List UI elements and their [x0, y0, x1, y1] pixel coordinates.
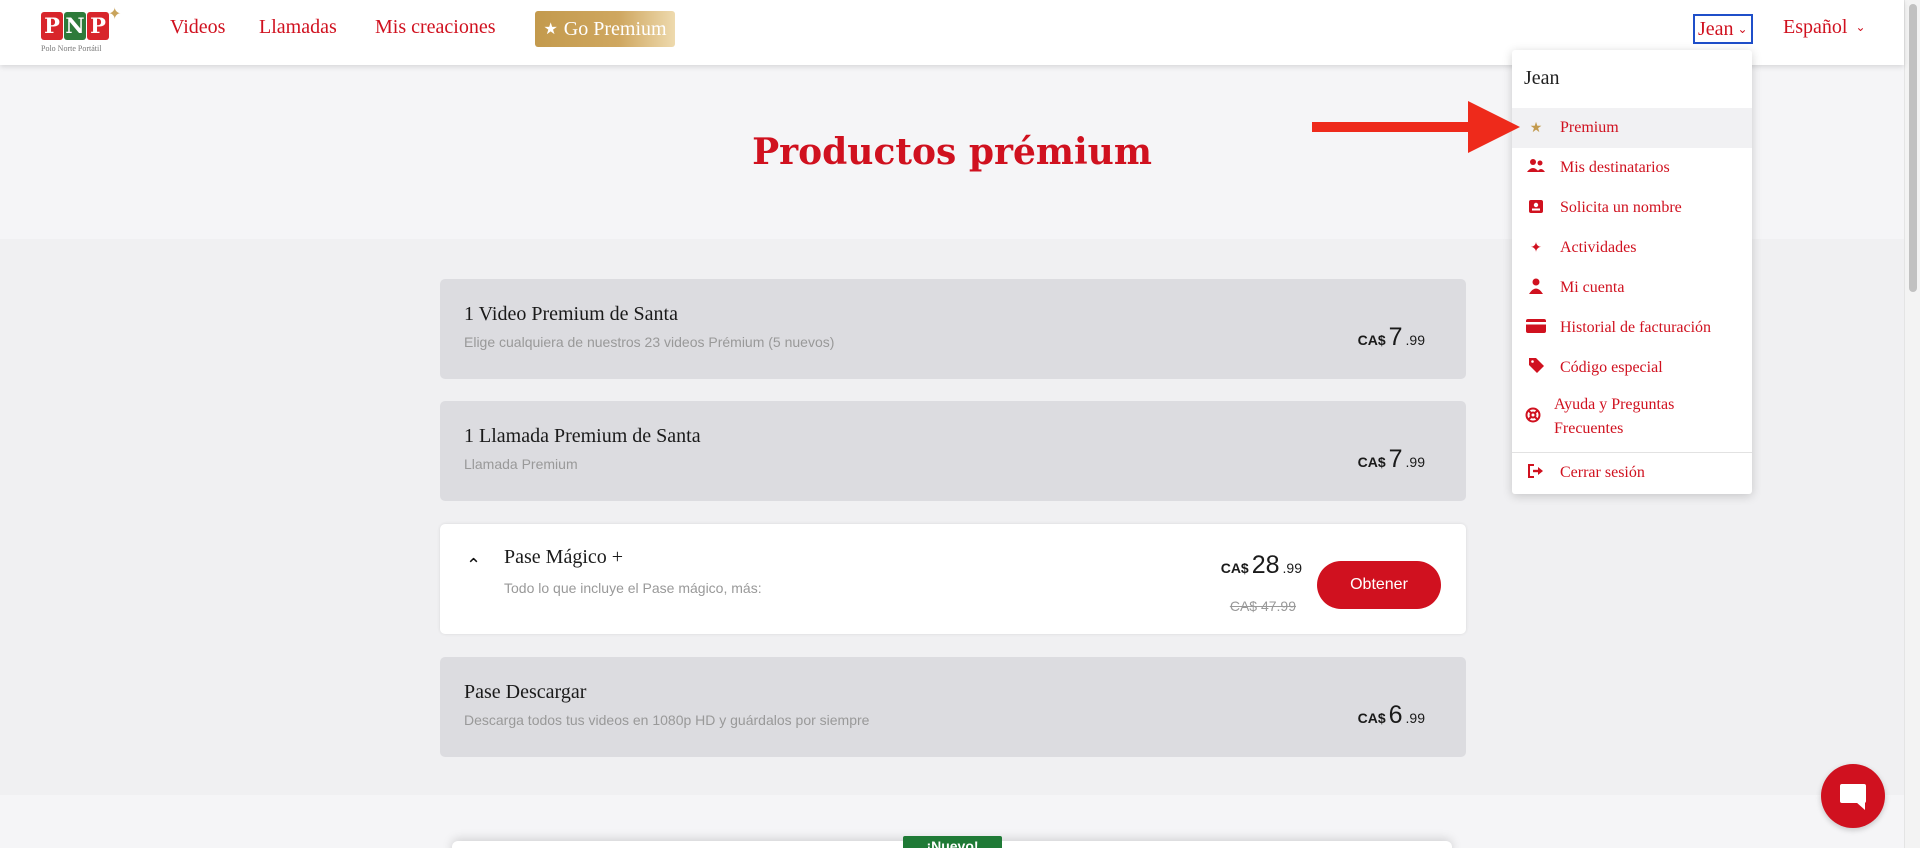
credit-card-icon: [1512, 318, 1560, 338]
logo-letter-n: N: [64, 12, 86, 40]
user-icon: [1512, 278, 1560, 299]
chat-bubble-icon: [1840, 784, 1866, 810]
price-cents: .99: [1405, 710, 1425, 726]
menu-item-codigo-especial[interactable]: Código especial: [1512, 348, 1752, 388]
price-cents: .99: [1282, 560, 1302, 576]
price-main: 7: [1388, 445, 1403, 473]
chevron-up-icon[interactable]: ⌃: [466, 555, 481, 576]
logo-tagline: Polo Norte Portátil: [41, 44, 102, 53]
price-currency: CA$: [1357, 710, 1386, 726]
price-currency: CA$: [1357, 454, 1386, 470]
product-title: 1 Video Premium de Santa: [464, 303, 678, 325]
product-card-pase-descargar[interactable]: Pase Descargar Descarga todos tus videos…: [440, 657, 1466, 757]
scrollbar-thumb[interactable]: [1909, 4, 1917, 292]
product-price: CA$ 28 .99: [1221, 551, 1302, 580]
menu-item-label: Ayuda y Preguntas Frecuentes: [1554, 396, 1675, 437]
obtain-button[interactable]: Obtener: [1317, 561, 1441, 609]
menu-item-label: Historial de facturación: [1560, 319, 1712, 336]
sign-out-icon: [1512, 463, 1560, 483]
product-title: Pase Descargar: [464, 681, 587, 703]
language-selector[interactable]: Español ⌄: [1783, 16, 1866, 39]
stars-icon: ✦: [1530, 240, 1542, 256]
id-card-icon: [1512, 198, 1560, 219]
pnp-logo[interactable]: P N P ✦ Polo Norte Portátil: [33, 6, 123, 53]
new-badge: ¡Nuevo!: [903, 836, 1002, 848]
user-dropdown-menu: Jean ★ Premium Mis destinatarios Solicit…: [1512, 50, 1752, 494]
menu-item-mis-destinatarios[interactable]: Mis destinatarios: [1512, 148, 1752, 188]
price-main: 7: [1388, 323, 1403, 351]
user-menu-toggle[interactable]: Jean ⌄: [1693, 14, 1753, 44]
price-main: 28: [1251, 551, 1280, 579]
star-icon: ★: [543, 21, 558, 38]
product-title: Pase Mágico +: [504, 546, 624, 568]
lifebuoy-icon: [1512, 407, 1554, 428]
tag-icon: [1512, 358, 1560, 378]
sparkle-icon: ✦: [108, 6, 122, 23]
nav-link-llamadas[interactable]: Llamadas: [259, 16, 337, 39]
annotation-arrow-icon: [1312, 101, 1520, 153]
product-price: CA$ 6 .99: [1358, 701, 1425, 730]
price-currency: CA$: [1220, 560, 1249, 576]
menu-item-solicita-un-nombre[interactable]: Solicita un nombre: [1512, 188, 1752, 228]
menu-item-label: Mis destinatarios: [1560, 159, 1670, 176]
price-cents: .99: [1405, 332, 1425, 348]
menu-item-cerrar-sesion[interactable]: Cerrar sesión: [1512, 453, 1752, 493]
user-name: Jean: [1698, 17, 1734, 40]
chevron-down-icon: ⌄: [1855, 20, 1866, 34]
product-card-pase-magico[interactable]: ⌃ Pase Mágico + Todo lo que incluye el P…: [440, 524, 1466, 634]
users-icon: [1512, 158, 1560, 179]
chat-button[interactable]: [1821, 764, 1885, 828]
menu-item-label: Solicita un nombre: [1560, 199, 1682, 216]
chevron-down-icon: ⌄: [1737, 21, 1748, 36]
price-cents: .99: [1405, 454, 1425, 470]
price-currency: CA$: [1357, 332, 1386, 348]
logo-letter-p1: P: [41, 12, 63, 40]
go-premium-button[interactable]: ★ Go Premium: [535, 11, 675, 47]
menu-item-historial-de-facturacion[interactable]: Historial de facturación: [1512, 308, 1752, 348]
old-price: CA$ 47.99: [1229, 598, 1296, 614]
product-card-llamada[interactable]: 1 Llamada Premium de Santa Llamada Premi…: [440, 401, 1466, 501]
menu-item-actividades[interactable]: ✦ Actividades: [1512, 228, 1752, 268]
language-label: Español: [1783, 16, 1848, 38]
logo-letters: P N P: [41, 12, 109, 40]
menu-item-label: Actividades: [1560, 239, 1637, 256]
product-subtitle: Todo lo que incluye el Pase mágico, más:: [504, 580, 762, 596]
price-main: 6: [1388, 701, 1403, 729]
menu-item-label: Cerrar sesión: [1560, 464, 1645, 481]
go-premium-label: Go Premium: [563, 17, 667, 40]
product-title: 1 Llamada Premium de Santa: [464, 425, 701, 447]
menu-item-mi-cuenta[interactable]: Mi cuenta: [1512, 268, 1752, 308]
product-card-video[interactable]: 1 Video Premium de Santa Elige cualquier…: [440, 279, 1466, 379]
menu-item-ayuda[interactable]: Ayuda y Preguntas Frecuentes: [1512, 388, 1752, 446]
menu-item-premium[interactable]: ★ Premium: [1512, 108, 1752, 148]
menu-item-label: Mi cuenta: [1560, 279, 1625, 296]
menu-item-label: Código especial: [1560, 359, 1663, 376]
menu-item-label: Premium: [1560, 119, 1619, 136]
product-subtitle: Elige cualquiera de nuestros 23 videos P…: [464, 334, 835, 350]
nav-link-videos[interactable]: Videos: [170, 16, 225, 39]
nav-link-mis-creaciones[interactable]: Mis creaciones: [375, 16, 496, 39]
product-price: CA$ 7 .99: [1358, 323, 1425, 352]
product-subtitle: Llamada Premium: [464, 456, 578, 472]
logo-letter-p2: P: [87, 12, 109, 40]
page-scrollbar[interactable]: [1904, 0, 1920, 848]
product-subtitle: Descarga todos tus videos en 1080p HD y …: [464, 712, 870, 728]
product-price: CA$ 7 .99: [1358, 445, 1425, 474]
dropdown-user-name: Jean: [1524, 67, 1560, 89]
